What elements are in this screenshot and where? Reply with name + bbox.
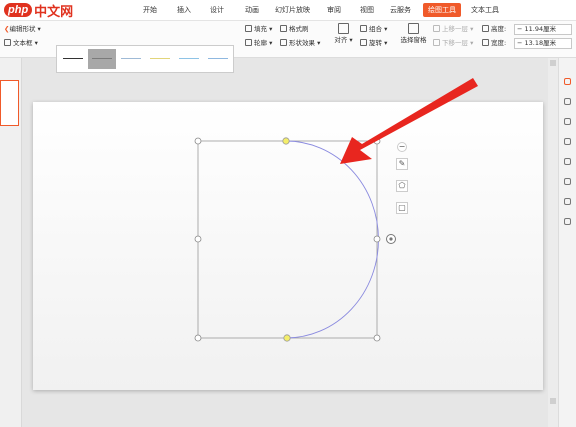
resize-handle-bottom-left[interactable] [194,334,202,342]
resize-handle-top-left[interactable] [194,137,202,145]
collapse-toolbar-button[interactable]: − [397,142,407,152]
frame-icon[interactable]: ▢ [396,202,408,214]
rotate-handle[interactable] [386,234,396,244]
pointer-arrow [340,78,478,164]
selection-box [197,140,378,339]
drawing-layer [194,78,478,342]
resize-handle-bottom-right[interactable] [373,334,381,342]
adjust-handle-bottom[interactable] [283,334,291,342]
pen-icon[interactable]: ✎ [396,158,408,170]
resize-handle-right[interactable] [373,235,381,243]
shape-edit-icon[interactable]: ⬠ [396,180,408,192]
resize-handle-left[interactable] [194,235,202,243]
adjust-handle-top[interactable] [282,137,290,145]
arc-shape[interactable] [285,140,379,339]
